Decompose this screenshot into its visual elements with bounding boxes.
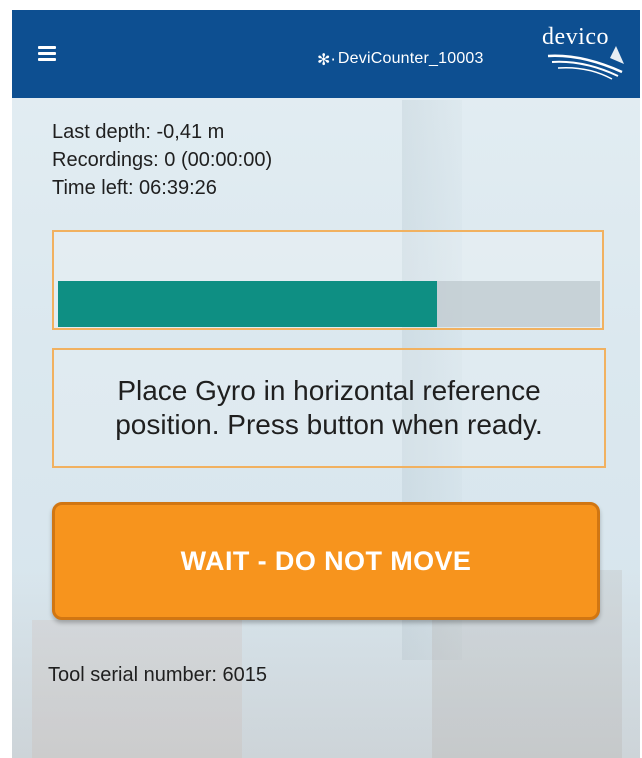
recordings-count: Recordings: 0 (00:00:00)	[52, 149, 273, 171]
menu-line	[38, 52, 56, 55]
menu-line	[38, 46, 56, 49]
app-bar: ✻· DeviCounter_10003 devico	[12, 10, 640, 98]
background-equipment-left	[32, 620, 242, 758]
connected-device: ✻· DeviCounter_10003	[317, 48, 484, 70]
instruction-panel: Place Gyro in horizontal reference posit…	[52, 348, 606, 468]
last-depth: Last depth: -0,41 m	[52, 121, 225, 143]
bluetooth-icon: ✻·	[317, 49, 336, 69]
device-name: DeviCounter_10003	[337, 50, 484, 67]
progress-panel	[52, 230, 604, 330]
wait-button[interactable]: WAIT - DO NOT MOVE	[52, 502, 600, 620]
logo-swoosh-icon	[547, 46, 624, 80]
tool-serial-number: Tool serial number: 6015	[48, 664, 268, 686]
progress-fill	[58, 281, 438, 327]
status-info: Last depth: -0,41 m Recordings: 0 (00:00…	[52, 118, 272, 202]
devico-logo: devico	[542, 24, 632, 80]
wait-button-label: WAIT - DO NOT MOVE	[180, 545, 472, 576]
menu-line	[38, 58, 56, 61]
app-screen: ✻· DeviCounter_10003 devico Last depth: …	[12, 10, 640, 758]
time-left: Time left: 06:39:26	[52, 177, 217, 199]
instruction-message: Place Gyro in horizontal reference posit…	[115, 375, 543, 440]
hamburger-menu-icon[interactable]	[34, 40, 66, 68]
progress-track	[58, 281, 600, 327]
